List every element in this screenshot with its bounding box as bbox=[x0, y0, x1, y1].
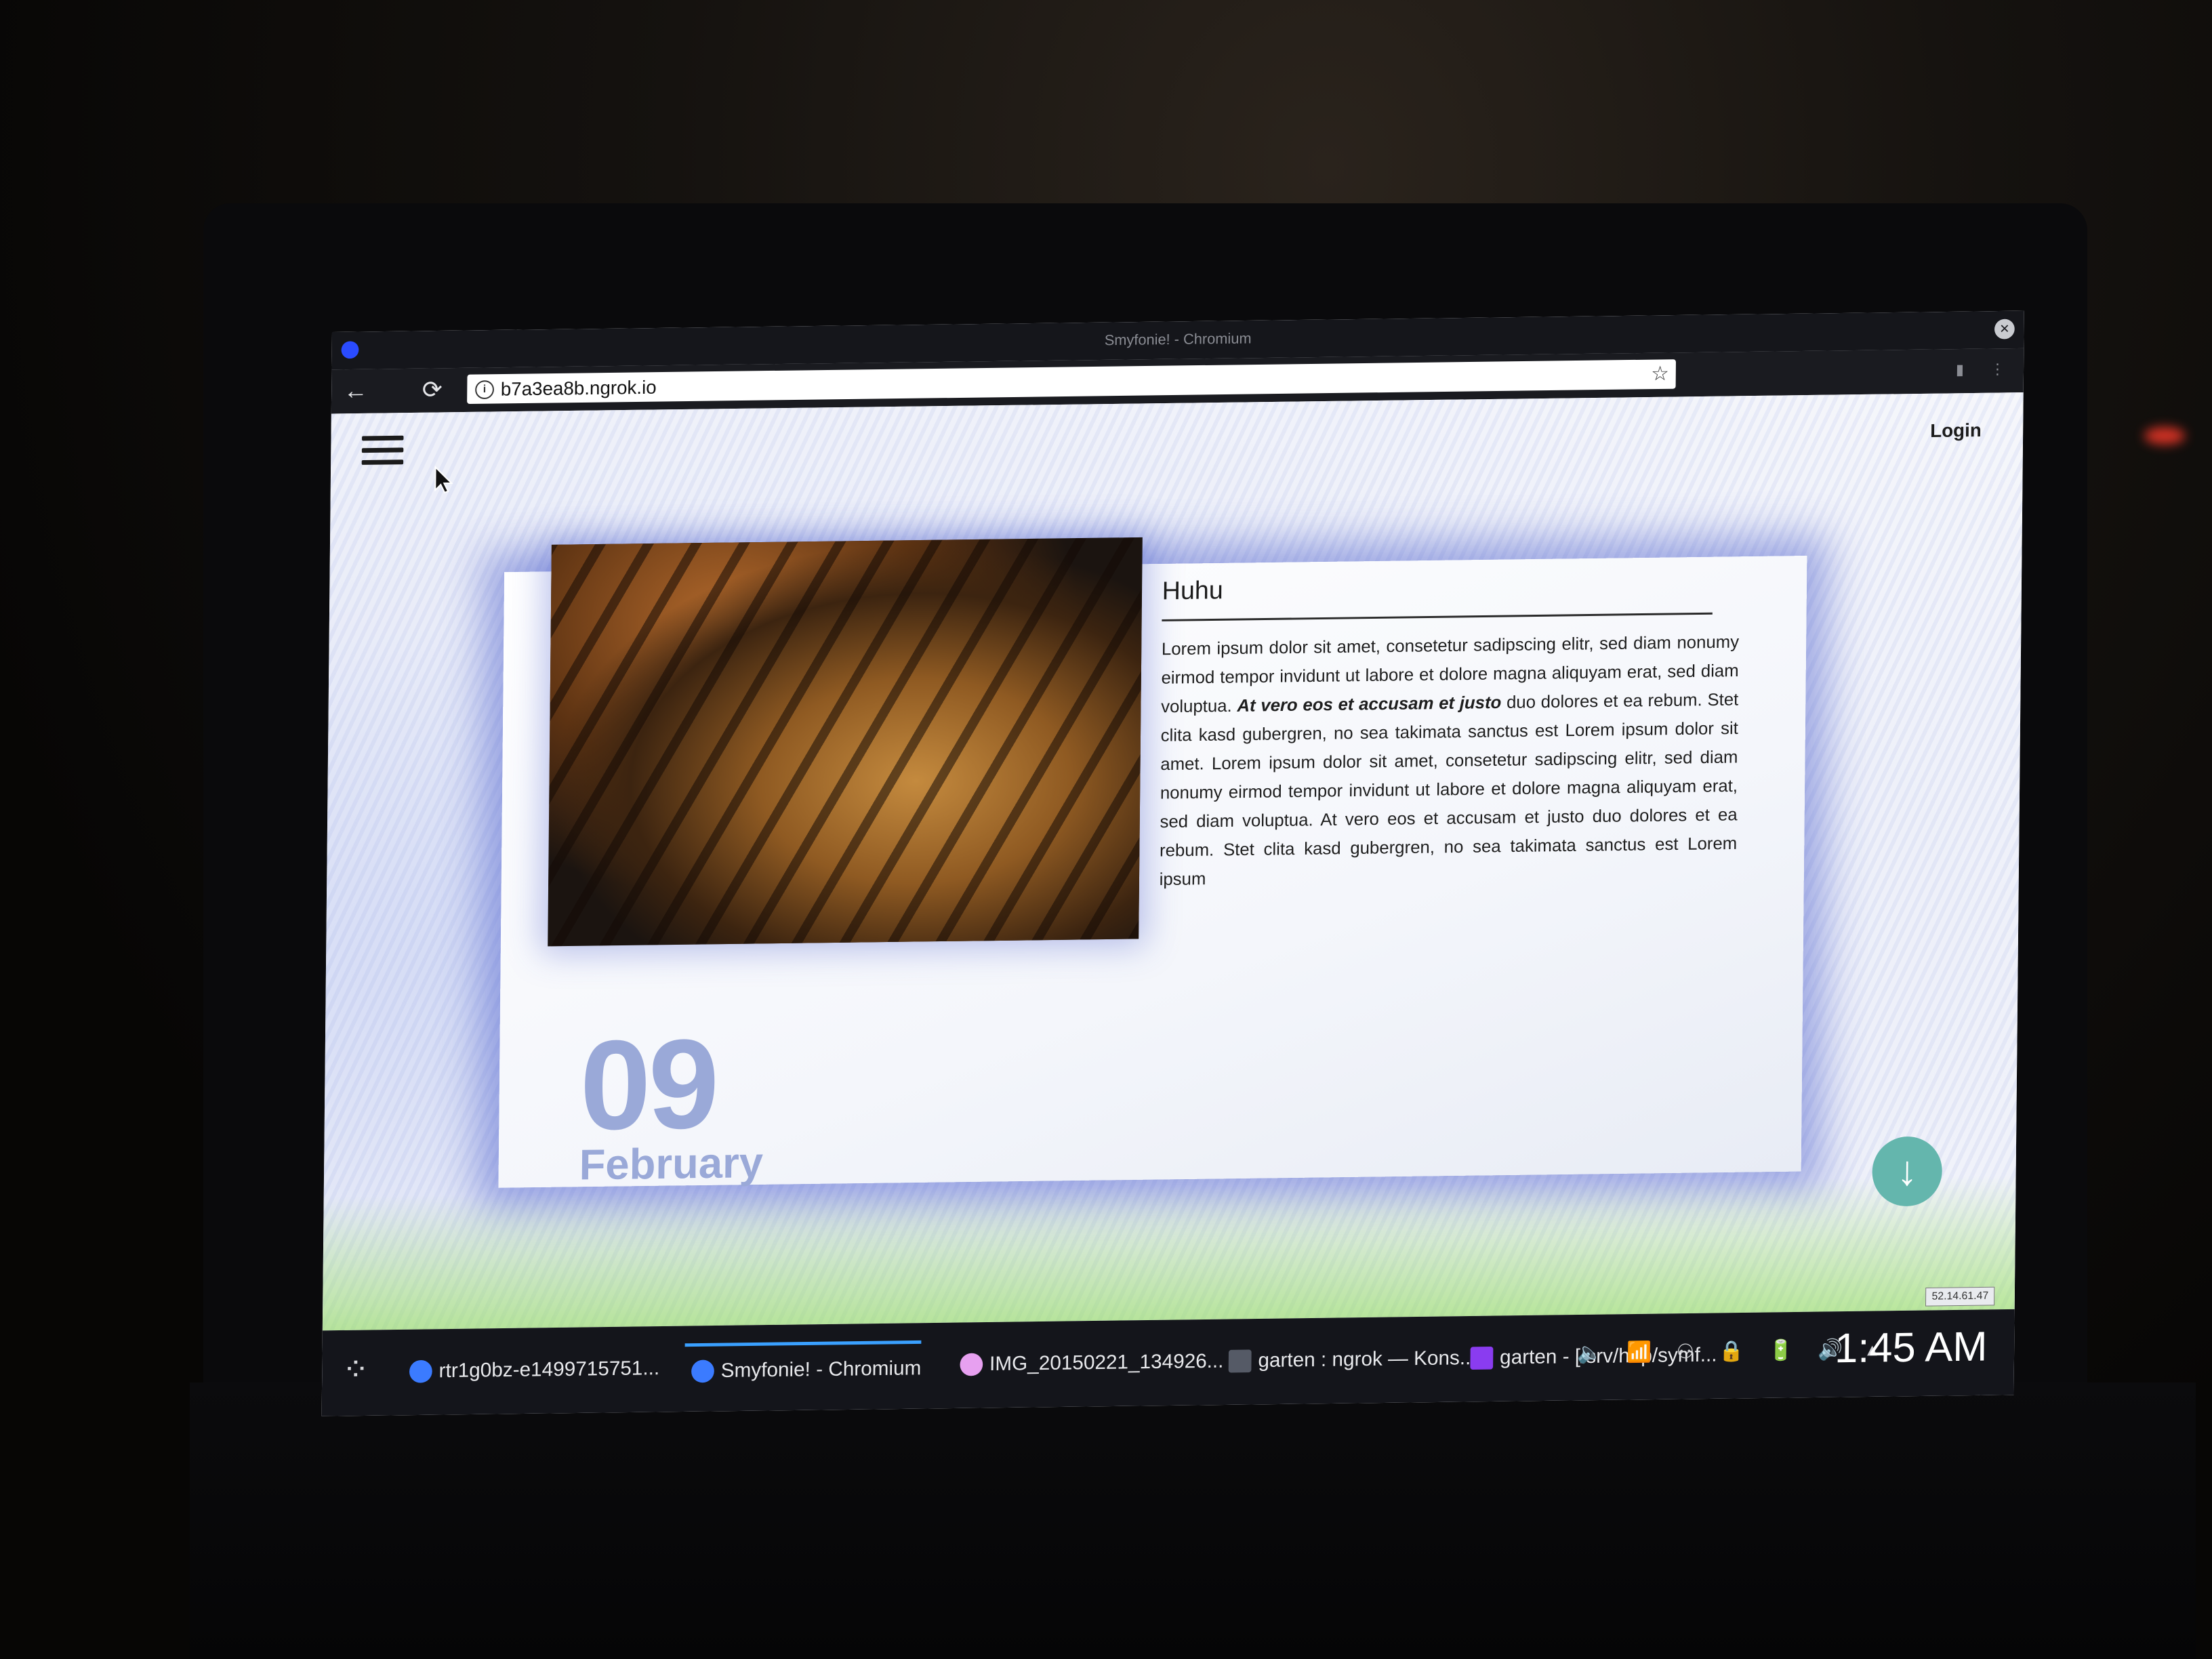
laptop-keyboard bbox=[190, 1382, 2196, 1659]
date-month: February bbox=[579, 1138, 764, 1189]
extension-icon[interactable]: ▮ bbox=[1950, 360, 1970, 380]
laptop-screen: Smyfonie! - Chromium × ← ⟳ i b7a3ea8b.ng… bbox=[321, 310, 2024, 1416]
task-smyfonie-chromium[interactable]: Smyfonie! - Chromium bbox=[684, 1340, 922, 1397]
back-button[interactable]: ← bbox=[341, 375, 371, 405]
article-title: Huhu bbox=[1162, 570, 1713, 621]
article: Huhu Lorem ipsum dolor sit amet, consete… bbox=[1159, 570, 1740, 894]
grill-marks bbox=[548, 537, 1143, 947]
task-rtr1g0bz[interactable]: rtr1g0bz-e1499715751... bbox=[403, 1344, 660, 1397]
hamburger-menu-icon[interactable] bbox=[361, 435, 404, 470]
article-body-text-2: duo dolores et ea rebum. Stet clita kasd… bbox=[1159, 689, 1739, 889]
address-url[interactable]: b7a3ea8b.ngrok.io bbox=[501, 377, 657, 400]
chromium-icon bbox=[691, 1359, 714, 1383]
article-body: Lorem ipsum dolor sit amet, consetetur s… bbox=[1159, 628, 1740, 894]
task-label: rtr1g0bz-e1499715751... bbox=[438, 1357, 660, 1382]
terminal-icon bbox=[1228, 1349, 1252, 1373]
date-day: 09 bbox=[579, 1012, 718, 1157]
clock[interactable]: 1:45 AM bbox=[1835, 1323, 1988, 1372]
red-led bbox=[2144, 427, 2185, 445]
ip-badge: 52.14.61.47 bbox=[1925, 1286, 1995, 1307]
chromium-icon bbox=[409, 1359, 432, 1383]
article-body-bold: At vero eos et accusam et justo bbox=[1237, 692, 1502, 716]
grilled-chicken-photo bbox=[548, 537, 1143, 947]
bookmark-star-icon[interactable]: ☆ bbox=[1651, 362, 1669, 386]
task-label: IMG_20150221_134926... bbox=[989, 1350, 1224, 1375]
phpstorm-icon bbox=[1470, 1347, 1494, 1370]
grass-decoration bbox=[322, 1175, 2016, 1331]
app-launcher-icon[interactable]: ⁘ bbox=[335, 1350, 376, 1391]
address-bar[interactable]: i b7a3ea8b.ngrok.io ☆ bbox=[467, 359, 1677, 405]
site-info-icon[interactable]: i bbox=[475, 380, 495, 400]
login-link[interactable]: Login bbox=[1930, 419, 1982, 442]
task-label: Smyfonie! - Chromium bbox=[720, 1357, 922, 1382]
task-label: garten : ngrok — Kons... bbox=[1258, 1347, 1477, 1372]
task-konsole[interactable]: garten : ngrok — Kons... bbox=[1222, 1334, 1477, 1387]
image-viewer-icon bbox=[960, 1353, 983, 1376]
reload-button[interactable]: ⟳ bbox=[417, 375, 447, 405]
menu-dots-icon[interactable]: ⋮ bbox=[1987, 359, 2007, 380]
task-image-viewer[interactable]: IMG_20150221_134926... bbox=[953, 1336, 1224, 1389]
web-page: Login Huhu Lorem ipsum dolor sit amet, c… bbox=[322, 392, 2024, 1331]
